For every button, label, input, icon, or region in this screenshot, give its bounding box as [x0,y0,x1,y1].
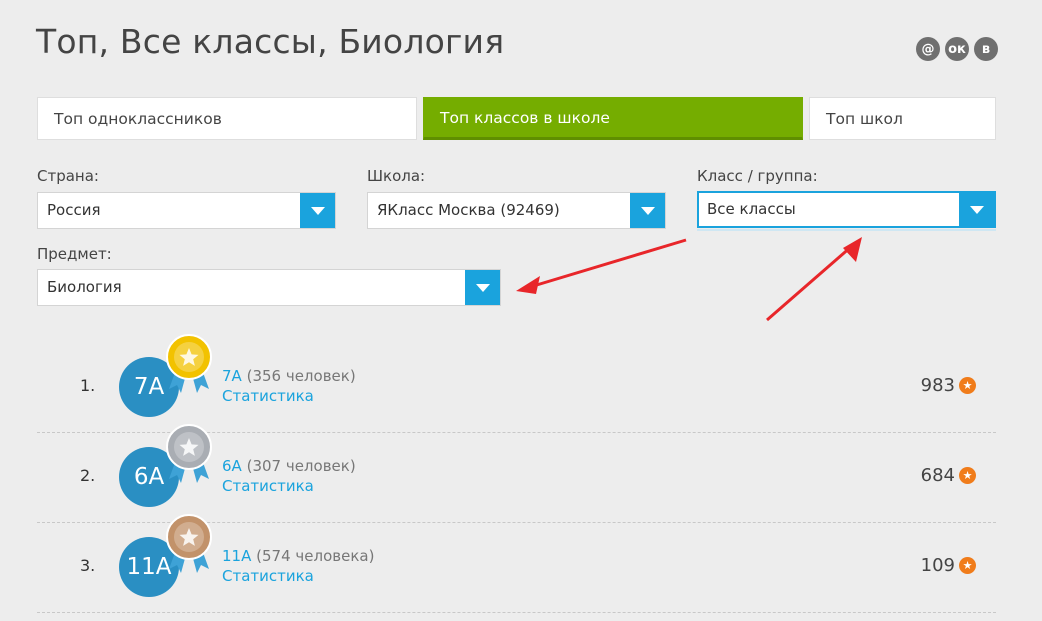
chevron-down-icon[interactable] [300,193,335,228]
class-link[interactable]: 7А [222,367,242,385]
vk-icon[interactable]: в [974,37,998,61]
star-icon: ★ [959,467,976,484]
score-value: 983 [920,375,955,396]
country-label: Страна: [37,167,99,185]
member-count: (307 человек) [246,457,356,475]
country-value: Россия [47,201,101,219]
table-row: 1. 7А 7А (356 человек) Статистика 983 ★ [37,334,996,433]
school-label: Школа: [367,167,426,185]
arrow-to-subject [516,238,687,294]
subject-select[interactable]: Биология [37,269,501,306]
star-icon: ★ [959,377,976,394]
score: 684 ★ [921,465,976,486]
score: 109 ★ [921,555,976,576]
rank-number: 1. [80,376,96,395]
school-value: ЯКласс Москва (92469) [377,201,560,219]
arrow-to-group [766,237,862,322]
chevron-down-icon[interactable] [465,270,500,305]
chevron-down-icon[interactable] [630,193,665,228]
page-title: Топ, Все классы, Биология [36,22,505,61]
statistics-link[interactable]: Статистика [222,387,314,405]
tab-top-classes-in-school[interactable]: Топ классов в школе [423,97,803,140]
class-name-line: 7А (356 человек) [222,367,356,385]
group-select[interactable]: Все классы [697,191,996,228]
group-label: Класс / группа: [697,167,818,185]
class-ranking-list: 1. 7А 7А (356 человек) Статистика 983 ★ … [37,334,996,613]
class-name-line: 11А (574 человека) [222,547,374,565]
rank-number: 2. [80,466,96,485]
statistics-link[interactable]: Статистика [222,567,314,585]
class-link[interactable]: 6А [222,457,242,475]
score-value: 109 [920,555,955,576]
silver-medal-icon [166,424,212,483]
score: 983 ★ [921,375,976,396]
school-select[interactable]: ЯКласс Москва (92469) [367,192,666,229]
focus-underline [697,229,996,231]
class-link[interactable]: 11А [222,547,251,565]
arrow-head [516,276,540,294]
score-value: 684 [920,465,955,486]
statistics-link[interactable]: Статистика [222,477,314,495]
mail-icon[interactable]: @ [916,37,940,61]
arrow-line [529,238,687,289]
odnoklassniki-icon[interactable]: ок [945,37,969,61]
member-count: (356 человек) [246,367,356,385]
table-row: 3. 11А 11А (574 человека) Статистика 109… [37,514,996,613]
tab-top-classmates[interactable]: Топ одноклассников [37,97,417,140]
table-row: 2. 6А 6А (307 человек) Статистика 684 ★ [37,424,996,523]
bronze-medal-icon [166,514,212,573]
tab-bar: Топ одноклассников Топ классов в школе Т… [37,97,996,140]
arrow-head [843,237,862,262]
subject-value: Биология [47,278,122,296]
group-value: Все классы [707,200,796,218]
arrow-line [766,244,853,322]
member-count: (574 человека) [256,547,375,565]
social-share: @ ок в [916,37,998,61]
class-name-line: 6А (307 человек) [222,457,356,475]
tab-top-schools[interactable]: Топ школ [809,97,996,140]
rank-number: 3. [80,556,96,575]
gold-medal-icon [166,334,212,393]
subject-label: Предмет: [37,245,112,263]
chevron-down-icon[interactable] [959,193,994,226]
star-icon: ★ [959,557,976,574]
country-select[interactable]: Россия [37,192,336,229]
